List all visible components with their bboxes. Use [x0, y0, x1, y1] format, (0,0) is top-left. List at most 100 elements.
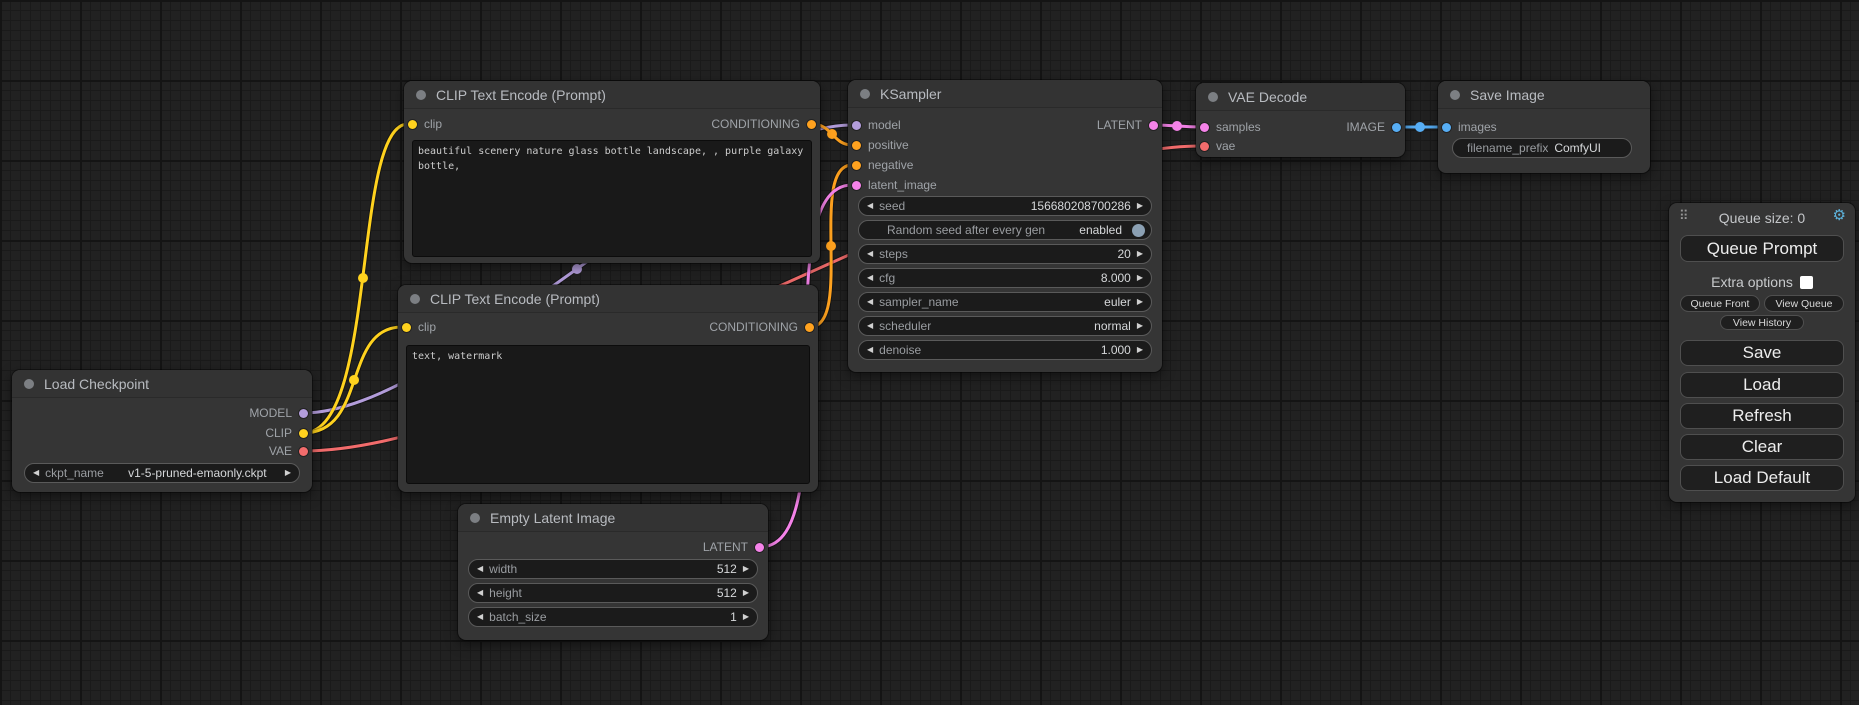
- width-widget[interactable]: ◀ width 512 ▶: [468, 559, 758, 579]
- ckpt-name-widget[interactable]: ◀ ckpt_name v1-5-pruned-emaonly.ckpt ▶: [24, 463, 300, 483]
- increment-arrow-icon[interactable]: ▶: [1137, 322, 1143, 330]
- node-load-checkpoint[interactable]: Load Checkpoint MODEL CLIP VAE ◀ ckpt_na…: [12, 370, 312, 492]
- clip-input-port[interactable]: [402, 323, 411, 332]
- decrement-arrow-icon[interactable]: ◀: [867, 322, 873, 330]
- node-title-bar[interactable]: Empty Latent Image: [458, 504, 768, 532]
- collapse-dot-icon[interactable]: [1450, 90, 1460, 100]
- decrement-arrow-icon[interactable]: ◀: [477, 565, 483, 573]
- prompt-textarea[interactable]: text, watermark: [406, 345, 810, 484]
- latent-image-input-port[interactable]: [852, 181, 861, 190]
- node-title: VAE Decode: [1228, 89, 1307, 105]
- samples-input-port[interactable]: [1200, 123, 1209, 132]
- collapse-dot-icon[interactable]: [1208, 92, 1218, 102]
- port-label: LATENT: [703, 540, 748, 554]
- model-input-port[interactable]: [852, 121, 861, 130]
- increment-arrow-icon[interactable]: ▶: [285, 469, 291, 477]
- filename-prefix-widget[interactable]: filename_prefix ComfyUI: [1452, 138, 1632, 158]
- node-title-bar[interactable]: Load Checkpoint: [12, 370, 312, 398]
- collapse-dot-icon[interactable]: [24, 379, 34, 389]
- decrement-arrow-icon[interactable]: ◀: [867, 250, 873, 258]
- increment-arrow-icon[interactable]: ▶: [743, 589, 749, 597]
- refresh-button[interactable]: Refresh: [1680, 403, 1844, 429]
- seed-widget[interactable]: ◀ seed 156680208700286 ▶: [858, 196, 1152, 216]
- node-save-image[interactable]: Save Image images filename_prefix ComfyU…: [1438, 81, 1650, 173]
- widget-value: enabled: [1079, 223, 1122, 237]
- decrement-arrow-icon[interactable]: ◀: [867, 346, 873, 354]
- vae-output-port[interactable]: [299, 447, 308, 456]
- decrement-arrow-icon[interactable]: ◀: [867, 274, 873, 282]
- decrement-arrow-icon[interactable]: ◀: [867, 202, 873, 210]
- widget-value: 1.000: [1101, 343, 1131, 357]
- port-label: MODEL: [249, 406, 292, 420]
- save-button[interactable]: Save: [1680, 340, 1844, 366]
- latent-output-port[interactable]: [1149, 121, 1158, 130]
- gear-icon[interactable]: ⚙: [1833, 208, 1846, 223]
- decrement-arrow-icon[interactable]: ◀: [477, 589, 483, 597]
- collapse-dot-icon[interactable]: [470, 513, 480, 523]
- negative-input-port[interactable]: [852, 161, 861, 170]
- steps-widget[interactable]: ◀ steps 20 ▶: [858, 244, 1152, 264]
- widget-value: normal: [1094, 319, 1131, 333]
- node-title-bar[interactable]: KSampler: [848, 80, 1162, 108]
- conditioning-output-port[interactable]: [805, 323, 814, 332]
- scheduler-widget[interactable]: ◀ scheduler normal ▶: [858, 316, 1152, 336]
- conditioning-output-port[interactable]: [807, 120, 816, 129]
- random-seed-toggle-widget[interactable]: Random seed after every gen enabled: [858, 220, 1152, 240]
- model-output-port[interactable]: [299, 409, 308, 418]
- positive-input: positive: [852, 136, 909, 154]
- node-empty-latent-image[interactable]: Empty Latent Image LATENT ◀ width 512 ▶ …: [458, 504, 768, 640]
- node-title-bar[interactable]: CLIP Text Encode (Prompt): [398, 285, 818, 313]
- images-input: images: [1442, 118, 1497, 136]
- decrement-arrow-icon[interactable]: ◀: [867, 298, 873, 306]
- increment-arrow-icon[interactable]: ▶: [1137, 346, 1143, 354]
- increment-arrow-icon[interactable]: ▶: [743, 565, 749, 573]
- node-title-bar[interactable]: Save Image: [1438, 81, 1650, 109]
- batch-size-widget[interactable]: ◀ batch_size 1 ▶: [468, 607, 758, 627]
- node-title-bar[interactable]: CLIP Text Encode (Prompt): [404, 81, 820, 109]
- node-title: Load Checkpoint: [44, 376, 149, 392]
- negative-input: negative: [852, 156, 913, 174]
- increment-arrow-icon[interactable]: ▶: [743, 613, 749, 621]
- link-midpoint-dot: [826, 241, 836, 251]
- node-title-bar[interactable]: VAE Decode: [1196, 83, 1405, 111]
- view-queue-button[interactable]: View Queue: [1764, 295, 1844, 312]
- extra-options-checkbox[interactable]: [1800, 276, 1813, 289]
- node-ksampler[interactable]: KSampler model positive negative latent_…: [848, 80, 1162, 372]
- widget-label: steps: [879, 247, 908, 261]
- node-vae-decode[interactable]: VAE Decode samples vae IMAGE: [1196, 83, 1405, 157]
- vae-input-port[interactable]: [1200, 142, 1209, 151]
- port-label: clip: [424, 117, 442, 131]
- node-clip-text-encode-negative[interactable]: CLIP Text Encode (Prompt) clip CONDITION…: [398, 285, 818, 492]
- clip-input-port[interactable]: [408, 120, 417, 129]
- collapse-dot-icon[interactable]: [860, 89, 870, 99]
- decrement-arrow-icon[interactable]: ◀: [33, 469, 39, 477]
- link-midpoint-dot: [349, 375, 359, 385]
- denoise-widget[interactable]: ◀ denoise 1.000 ▶: [858, 340, 1152, 360]
- increment-arrow-icon[interactable]: ▶: [1137, 202, 1143, 210]
- positive-input-port[interactable]: [852, 141, 861, 150]
- queue-front-button[interactable]: Queue Front: [1680, 295, 1760, 312]
- latent-output-port[interactable]: [755, 543, 764, 552]
- queue-prompt-button[interactable]: Queue Prompt: [1680, 235, 1844, 262]
- view-history-button[interactable]: View History: [1720, 315, 1804, 330]
- increment-arrow-icon[interactable]: ▶: [1137, 250, 1143, 258]
- link-midpoint-dot: [1415, 122, 1425, 132]
- prompt-textarea[interactable]: beautiful scenery nature glass bottle la…: [412, 140, 812, 257]
- images-input-port[interactable]: [1442, 123, 1451, 132]
- collapse-dot-icon[interactable]: [416, 90, 426, 100]
- cfg-widget[interactable]: ◀ cfg 8.000 ▶: [858, 268, 1152, 288]
- increment-arrow-icon[interactable]: ▶: [1137, 274, 1143, 282]
- height-widget[interactable]: ◀ height 512 ▶: [468, 583, 758, 603]
- collapse-dot-icon[interactable]: [410, 294, 420, 304]
- clip-output-port[interactable]: [299, 429, 308, 438]
- sampler-name-widget[interactable]: ◀ sampler_name euler ▶: [858, 292, 1152, 312]
- load-default-button[interactable]: Load Default: [1680, 465, 1844, 491]
- load-button[interactable]: Load: [1680, 372, 1844, 398]
- image-output-port[interactable]: [1392, 123, 1401, 132]
- increment-arrow-icon[interactable]: ▶: [1137, 298, 1143, 306]
- decrement-arrow-icon[interactable]: ◀: [477, 613, 483, 621]
- toggle-knob-icon[interactable]: [1132, 224, 1145, 237]
- widget-value: 512: [717, 586, 737, 600]
- node-clip-text-encode-positive[interactable]: CLIP Text Encode (Prompt) clip CONDITION…: [404, 81, 820, 263]
- clear-button[interactable]: Clear: [1680, 434, 1844, 460]
